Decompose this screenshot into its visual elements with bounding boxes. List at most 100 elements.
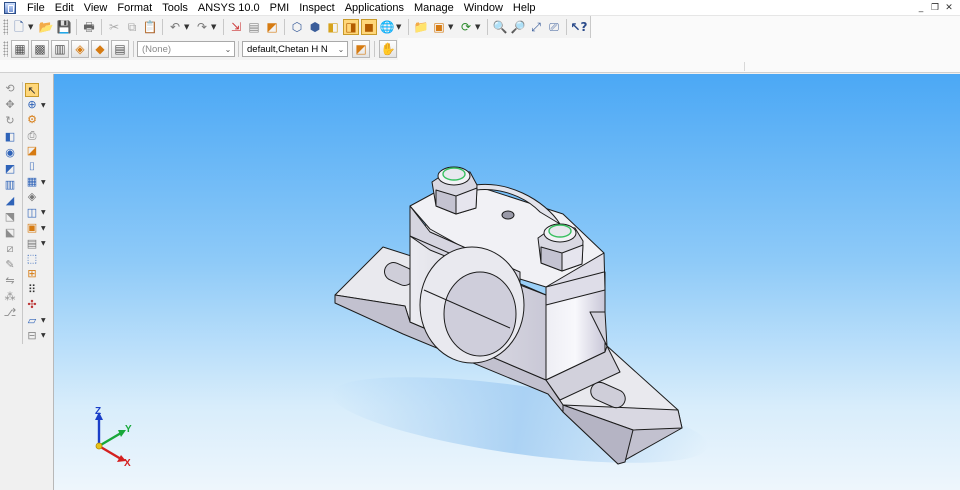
style-apply-icon[interactable]: ▩ [31,40,49,58]
revolve-icon[interactable]: ◉ [3,146,17,160]
close-icon[interactable]: ✕ [944,3,954,13]
fit-view-icon[interactable]: ⤢ [528,19,544,35]
feature-icon[interactable]: ◫ [25,206,39,220]
cut-icon[interactable]: ✂ [106,19,122,35]
menu-file[interactable]: File [22,0,50,16]
view-options-icon[interactable]: ▣ [431,19,447,35]
layer-hand-icon[interactable]: ✋ [379,40,397,58]
hidden-line-view-icon[interactable]: ⬢ [307,19,323,35]
open-folder-icon[interactable]: 📂 [38,19,54,35]
toolbar-grip[interactable] [3,18,8,35]
repair-icon[interactable]: ✣ [25,298,39,312]
split-icon[interactable]: ⎇ [3,306,17,320]
wireframe-view-icon[interactable]: ⬡ [289,19,305,35]
chamfer-icon[interactable]: ⬔ [3,210,17,224]
loft-icon[interactable]: ▥ [3,178,17,192]
menu-tools[interactable]: Tools [157,0,193,16]
measure-icon[interactable]: ▤ [25,237,39,251]
hatch-icon[interactable]: ⠿ [25,283,39,297]
menu-inspect[interactable]: Inspect [294,0,339,16]
render-dropdown-icon[interactable]: ▼ [396,23,403,31]
3d-viewport[interactable]: Z Y X [54,74,960,490]
shape-box-icon[interactable]: ◪ [25,144,39,158]
refresh-icon[interactable]: ⟳ [458,19,474,35]
new-dropdown-icon[interactable]: ▼ [28,23,35,31]
pan-icon[interactable]: ✥ [3,98,17,112]
sheetmetal-icon[interactable]: ⊟ [25,329,39,343]
draft-icon[interactable]: ⧄ [3,242,17,256]
app-icon[interactable] [4,1,16,14]
view-options-dropdown-icon[interactable]: ▼ [448,23,455,31]
print-icon[interactable]: 🖶 [81,19,97,35]
mirror-icon[interactable]: ⇋ [3,274,17,288]
extrude-icon[interactable]: ◧ [3,130,17,144]
menu-manage[interactable]: Manage [409,0,459,16]
redo-icon[interactable]: ↷ [194,19,210,35]
pattern-icon[interactable]: ⁂ [3,290,17,304]
catalog-grid-icon[interactable]: ▦ [25,175,39,189]
print-preview-icon[interactable]: ⎙ [25,129,39,143]
catalog-dropdown-icon[interactable]: ▼ [41,179,46,186]
help-pointer-icon[interactable]: ↖? [571,19,588,35]
spin-icon[interactable]: ↻ [3,114,17,128]
restore-icon[interactable]: ❐ [930,3,940,13]
undo-icon[interactable]: ↶ [167,19,183,35]
realistic-view-icon[interactable]: ◨ [343,18,359,35]
material-dropdown-icon[interactable]: ▼ [41,225,46,232]
menu-format[interactable]: Format [112,0,157,16]
paste-icon[interactable]: 📋 [142,19,158,35]
menu-help[interactable]: Help [508,0,541,16]
layer-manager-icon[interactable]: ◩ [352,40,370,58]
menu-pmi[interactable]: PMI [265,0,295,16]
insert-part-icon[interactable]: ⇲ [228,19,244,35]
triball-icon[interactable]: ⊕ [25,98,39,112]
style-dimension-icon[interactable]: ▥ [51,40,69,58]
toolbar-grip[interactable] [3,41,8,57]
triball-dropdown-icon[interactable]: ▼ [41,102,46,109]
smart-render-icon[interactable]: ◼ [361,18,377,35]
catalog-icon[interactable]: ◩ [264,19,280,35]
undo-dropdown-icon[interactable]: ▼ [184,23,191,31]
surface-icon[interactable]: ▱ [25,314,39,328]
style-layer-icon[interactable]: ◆ [91,40,109,58]
zoom-window-icon[interactable]: 🔍 [492,19,508,35]
shaded-view-icon[interactable]: ◧ [325,19,341,35]
scene-browser-icon[interactable]: 📁 [413,19,429,35]
refresh-dropdown-icon[interactable]: ▼ [475,23,482,31]
menu-view[interactable]: View [79,0,113,16]
properties-icon[interactable]: ▤ [246,19,262,35]
material-icon[interactable]: ▣ [25,221,39,235]
minimize-icon[interactable]: _ [916,3,926,13]
new-file-icon[interactable]: 🗋 [11,19,27,35]
previous-view-icon[interactable]: ⎚ [546,19,562,35]
zoom-icon[interactable]: 🔎 [510,19,526,35]
style-color-icon[interactable]: ◈ [71,40,89,58]
style-manager-icon[interactable]: ▦ [11,40,29,58]
select-arrow-icon[interactable]: ↖ [25,82,39,97]
save-icon[interactable]: 💾 [56,19,72,35]
layer-select[interactable]: default,Chetan H N ⌄ [242,41,348,57]
feature-dropdown-icon[interactable]: ▼ [41,209,46,216]
copy-icon[interactable]: ⧉ [124,19,140,35]
assembly-icon[interactable]: ⚙ [25,113,39,127]
menu-edit[interactable]: Edit [50,0,79,16]
style-list-icon[interactable]: ▤ [111,40,129,58]
globe-render-icon[interactable]: 🌐 [379,19,395,35]
redo-dropdown-icon[interactable]: ▼ [211,23,218,31]
distance-icon[interactable]: ◈ [25,190,39,204]
sheetmetal-dropdown-icon[interactable]: ▼ [41,332,46,339]
shell-icon[interactable]: ⬕ [3,226,17,240]
orbit-icon[interactable]: ⟲ [3,82,17,96]
sketch-icon[interactable]: ✎ [3,258,17,272]
menu-ansys[interactable]: ANSYS 10.0 [193,0,265,16]
sweep-icon[interactable]: ◩ [3,162,17,176]
menu-window[interactable]: Window [459,0,508,16]
fillet-icon[interactable]: ◢ [3,194,17,208]
measure-dropdown-icon[interactable]: ▼ [41,240,46,247]
cylinder-icon[interactable]: ⌷ [25,160,39,174]
dimension-icon[interactable]: ⊞ [25,267,39,281]
menu-applications[interactable]: Applications [340,0,409,16]
surface-dropdown-icon[interactable]: ▼ [41,317,46,324]
style-select[interactable]: (None) ⌄ [137,41,235,57]
section-icon[interactable]: ⬚ [25,252,39,266]
